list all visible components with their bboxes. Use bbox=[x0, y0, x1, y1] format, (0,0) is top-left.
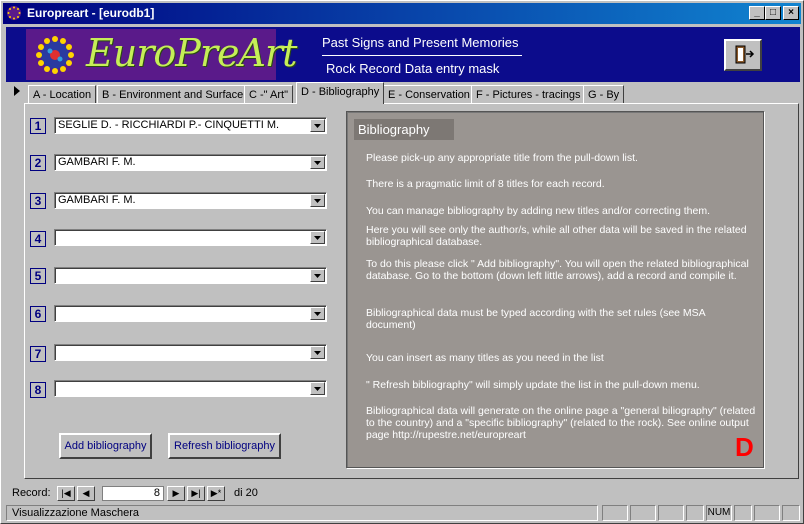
record-navigation: Record: |◀ ◀ 8 ▶ ▶| ▶* di 20 bbox=[4, 483, 801, 503]
europreart-logo: EuroPreArt bbox=[26, 29, 297, 80]
chevron-down-icon bbox=[314, 312, 321, 316]
minimize-button[interactable]: _ bbox=[749, 6, 765, 20]
info-panel-title: Bibliography bbox=[354, 119, 454, 140]
eu-stars-icon bbox=[36, 36, 74, 74]
dropdown-button[interactable] bbox=[310, 269, 325, 282]
title-bar: Europreart - [eurodb1] _ □ × bbox=[3, 3, 801, 24]
status-cell bbox=[658, 505, 684, 521]
info-paragraph: Here you will see only the author/s, whi… bbox=[366, 224, 747, 248]
header-banner: EuroPreArt Past Signs and Present Memori… bbox=[6, 27, 800, 82]
window-title: Europreart - [eurodb1] bbox=[27, 6, 155, 20]
refresh-bibliography-button[interactable]: Refresh bibliography bbox=[168, 433, 281, 459]
tab-conservation[interactable]: E - Conservation bbox=[383, 85, 475, 104]
status-text: Visualizzazione Maschera bbox=[6, 505, 598, 521]
status-cell bbox=[602, 505, 628, 521]
status-cell bbox=[754, 505, 780, 521]
dropdown-button[interactable] bbox=[310, 194, 325, 207]
record-selector-arrow-icon bbox=[14, 86, 20, 96]
tab-location[interactable]: A - Location bbox=[28, 85, 97, 104]
status-cell bbox=[686, 505, 704, 521]
bibliography-select-7[interactable] bbox=[54, 344, 327, 361]
first-record-button[interactable]: |◀ bbox=[57, 486, 75, 501]
maximize-button[interactable]: □ bbox=[765, 6, 781, 20]
section-letter: D bbox=[735, 432, 754, 462]
previous-record-button[interactable]: ◀ bbox=[77, 486, 95, 501]
chevron-down-icon bbox=[314, 161, 321, 165]
status-cell bbox=[630, 505, 656, 521]
chevron-down-icon bbox=[314, 351, 321, 355]
banner-divider bbox=[322, 55, 522, 56]
bibliography-select-3[interactable]: GAMBARI F. M. bbox=[54, 192, 327, 209]
chevron-down-icon bbox=[314, 274, 321, 278]
bibliography-select-6[interactable] bbox=[54, 305, 327, 322]
record-label: Record: bbox=[12, 487, 51, 499]
select-value: GAMBARI F. M. bbox=[58, 156, 136, 168]
row-number: 1 bbox=[30, 118, 46, 134]
chevron-down-icon bbox=[314, 199, 321, 203]
select-value: SEGLIE D. - RICCHIARDI P.- CINQUETTI M. bbox=[58, 119, 280, 131]
chevron-down-icon bbox=[314, 236, 321, 240]
chevron-down-icon bbox=[314, 387, 321, 391]
banner-subtitle: Past Signs and Present Memories bbox=[322, 35, 519, 50]
info-paragraph: You can insert as many titles as you nee… bbox=[366, 352, 604, 364]
exit-button[interactable] bbox=[724, 39, 762, 71]
info-paragraph: Bibliographical data will generate on th… bbox=[366, 405, 756, 441]
bibliography-select-5[interactable] bbox=[54, 267, 327, 284]
info-paragraph: There is a pragmatic limit of 8 titles f… bbox=[366, 178, 605, 190]
add-bibliography-button[interactable]: Add bibliography bbox=[59, 433, 152, 459]
row-number: 7 bbox=[30, 346, 46, 362]
dropdown-button[interactable] bbox=[310, 231, 325, 244]
dropdown-button[interactable] bbox=[310, 156, 325, 169]
tab-environment-surface[interactable]: B - Environment and Surface bbox=[97, 85, 249, 104]
row-number: 4 bbox=[30, 231, 46, 247]
row-number: 2 bbox=[30, 155, 46, 171]
info-panel: Bibliography Please pick-up any appropri… bbox=[346, 111, 764, 468]
status-cell bbox=[782, 505, 800, 521]
tab-pictures-tracings[interactable]: F - Pictures - tracings bbox=[471, 85, 586, 104]
row-number: 6 bbox=[30, 306, 46, 322]
main-window: Europreart - [eurodb1] _ □ × EuroPreArt … bbox=[0, 0, 804, 524]
close-button[interactable]: × bbox=[783, 6, 799, 20]
bibliography-select-1[interactable]: SEGLIE D. - RICCHIARDI P.- CINQUETTI M. bbox=[54, 117, 327, 134]
last-record-button[interactable]: ▶| bbox=[187, 486, 205, 501]
exit-door-icon bbox=[735, 45, 755, 64]
row-number: 8 bbox=[30, 382, 46, 398]
bibliography-select-4[interactable] bbox=[54, 229, 327, 246]
num-lock-indicator: NUM bbox=[706, 505, 732, 521]
dropdown-button[interactable] bbox=[310, 382, 325, 395]
tab-bibliography[interactable]: D - Bibliography bbox=[296, 82, 385, 104]
app-icon[interactable] bbox=[6, 5, 22, 21]
status-bar: Visualizzazione Maschera NUM bbox=[4, 505, 801, 522]
row-number: 5 bbox=[30, 268, 46, 284]
info-paragraph: Bibliographical data must be typed accor… bbox=[366, 307, 706, 331]
info-paragraph: " Refresh bibliography" will simply upda… bbox=[366, 379, 700, 391]
select-value: GAMBARI F. M. bbox=[58, 194, 136, 206]
dropdown-button[interactable] bbox=[310, 119, 325, 132]
tab-art[interactable]: C -" Art" bbox=[244, 85, 293, 104]
dropdown-button[interactable] bbox=[310, 307, 325, 320]
bibliography-select-8[interactable] bbox=[54, 380, 327, 397]
record-total: di 20 bbox=[234, 487, 258, 499]
info-paragraph: You can manage bibliography by adding ne… bbox=[366, 205, 710, 217]
chevron-down-icon bbox=[314, 124, 321, 128]
info-paragraph: To do this please click " Add bibliograp… bbox=[366, 258, 749, 282]
banner-caption: Rock Record Data entry mask bbox=[326, 61, 500, 76]
tab-by[interactable]: G - By bbox=[583, 85, 625, 104]
new-record-button[interactable]: ▶* bbox=[207, 486, 225, 501]
row-number: 3 bbox=[30, 193, 46, 209]
record-number-input[interactable]: 8 bbox=[102, 486, 164, 501]
info-paragraph: Please pick-up any appropriate title fro… bbox=[366, 152, 638, 164]
bibliography-select-2[interactable]: GAMBARI F. M. bbox=[54, 154, 327, 171]
status-cell bbox=[734, 505, 752, 521]
next-record-button[interactable]: ▶ bbox=[167, 486, 185, 501]
dropdown-button[interactable] bbox=[310, 346, 325, 359]
logo-text: EuroPreArt bbox=[86, 31, 297, 75]
